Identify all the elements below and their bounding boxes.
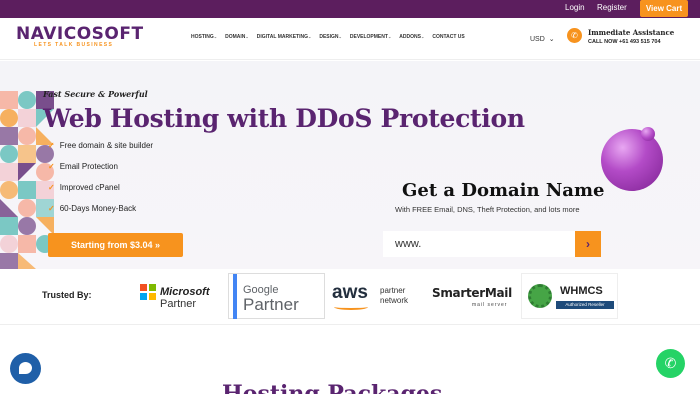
chevron-down-icon: ⌄	[245, 34, 249, 39]
starting-price-button[interactable]: Starting from $3.04 »	[48, 233, 183, 257]
hero-section: Fast Secure & Powerful Web Hosting with …	[0, 61, 700, 269]
main-header: NAVICOSOFT LETS TALK BUSINESS HOSTING⌄ D…	[0, 18, 700, 60]
chevron-down-icon: ⌄	[213, 34, 218, 39]
domain-search-title: Get a Domain Name	[402, 180, 605, 201]
nav-hosting[interactable]: HOSTING⌄	[191, 34, 217, 40]
assistance-title: Immediate Assistance	[588, 28, 675, 37]
arrow-right-icon: ›	[586, 237, 590, 251]
nav-digital-marketing[interactable]: DIGITAL MARKETING⌄	[257, 34, 312, 40]
check-icon: ✓	[48, 183, 55, 192]
site-logo[interactable]: NAVICOSOFT	[16, 24, 144, 44]
currency-select[interactable]: USD ⌄	[530, 35, 555, 43]
gear-icon	[528, 284, 552, 308]
chevron-down-icon: ⌄	[548, 36, 555, 43]
nav-design[interactable]: DESIGN⌄	[319, 34, 342, 40]
hero-headline: Web Hosting with DDoS Protection	[43, 104, 525, 133]
google-partner-logo: Google Partner	[228, 273, 325, 319]
aws-partner-logo: aws partner network	[332, 273, 422, 319]
whmcs-logo: WHMCS Authorized Reseller	[521, 273, 618, 319]
nav-domain[interactable]: DOMAIN⌄	[225, 34, 249, 40]
list-item: ✓ Free domain & site builder	[48, 141, 154, 150]
register-link[interactable]: Register	[597, 3, 627, 12]
nav-contact-us[interactable]: CONTACT US	[432, 34, 464, 40]
view-cart-button[interactable]: View Cart	[640, 0, 688, 17]
check-icon: ✓	[48, 162, 55, 171]
list-item: ✓ Improved cPanel	[48, 183, 120, 192]
smartermail-logo: SmarterMail mail server	[432, 286, 512, 308]
microsoft-icon	[140, 284, 156, 300]
chevron-down-icon: ⌄	[420, 34, 425, 39]
whatsapp-icon[interactable]: ✆	[656, 349, 685, 378]
decorative-sphere	[601, 129, 663, 191]
chevron-down-icon: ⌄	[338, 34, 342, 39]
nav-development[interactable]: DEVELOPMENT⌄	[350, 34, 391, 40]
list-item: ✓ Email Protection	[48, 162, 118, 171]
phone-icon: ✆	[567, 28, 582, 43]
login-link[interactable]: Login	[565, 3, 585, 12]
list-item: ✓ 60-Days Money-Back	[48, 204, 137, 213]
microsoft-partner-logo: Microsoft Partner	[138, 273, 220, 319]
aws-smile-icon	[334, 304, 368, 310]
chevron-down-icon: ⌄	[387, 34, 392, 39]
section-heading: Hosting Packages	[222, 381, 443, 394]
feature-list: ✓ Free domain & site builder ✓ Email Prote…	[48, 141, 153, 225]
nav-addons[interactable]: ADDONS⌄	[399, 34, 424, 40]
check-icon: ✓	[48, 141, 55, 150]
chevron-down-icon: ⌄	[307, 34, 312, 39]
call-now-number[interactable]: CALL NOW +61 493 515 704	[588, 39, 661, 45]
logo-tagline: LETS TALK BUSINESS	[34, 42, 114, 48]
hero-kicker: Fast Secure & Powerful	[43, 89, 148, 99]
section-divider	[0, 324, 700, 325]
top-bar: Login Register View Cart	[0, 0, 700, 18]
main-nav: HOSTING⌄ DOMAIN⌄ DIGITAL MARKETING⌄ DESI…	[191, 34, 465, 40]
chat-icon[interactable]	[10, 353, 41, 384]
domain-search-input[interactable]	[383, 231, 575, 257]
domain-search-button[interactable]: ›	[575, 231, 601, 257]
decorative-sphere-small	[641, 127, 655, 141]
trusted-by-label: Trusted By:	[42, 290, 92, 300]
domain-search-subtitle: With FREE Email, DNS, Theft Protection, …	[395, 205, 580, 214]
check-icon: ✓	[48, 204, 55, 213]
